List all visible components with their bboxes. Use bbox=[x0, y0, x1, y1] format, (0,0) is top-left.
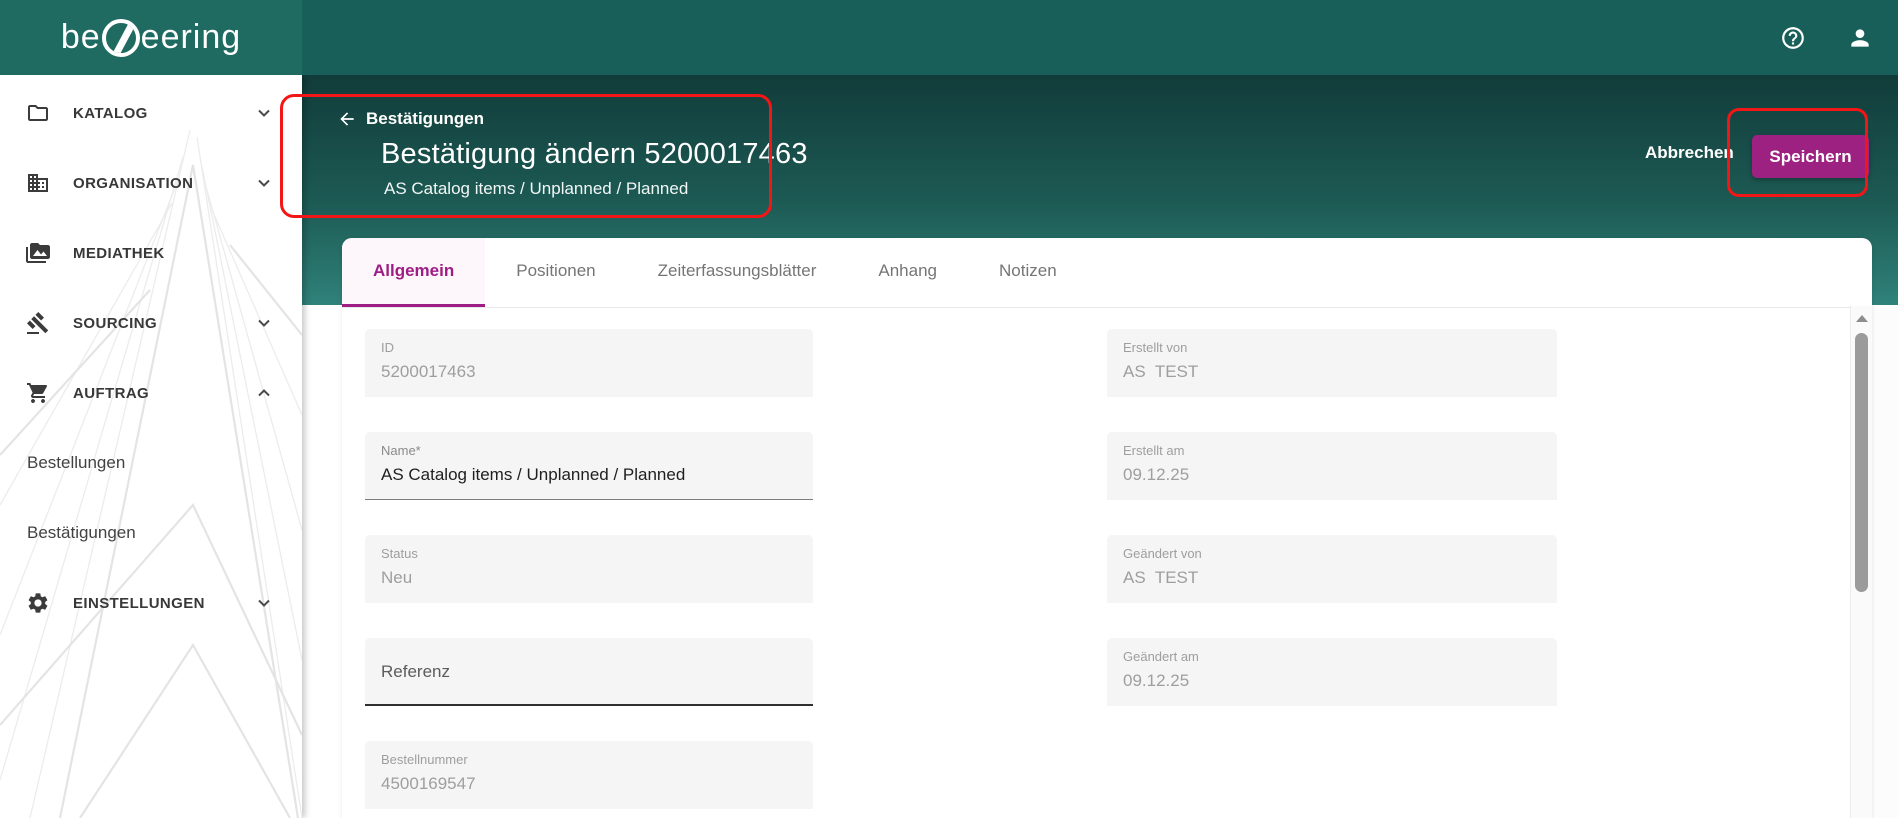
help-icon[interactable] bbox=[1780, 25, 1806, 51]
sidebar-item-sourcing[interactable]: SOURCING bbox=[0, 288, 302, 358]
field-value: AS TEST bbox=[1123, 568, 1541, 588]
app-logo[interactable]: be eering bbox=[0, 0, 302, 75]
back-link-label: Bestätigungen bbox=[366, 109, 484, 129]
tab-allgemein[interactable]: Allgemein bbox=[342, 238, 485, 307]
tab-zeiterfassungsblaetter[interactable]: Zeiterfassungsblätter bbox=[627, 238, 848, 307]
scrollbar-thumb[interactable] bbox=[1855, 333, 1868, 592]
user-icon[interactable] bbox=[1847, 25, 1873, 51]
field-label: Erstellt am bbox=[1123, 443, 1541, 458]
tab-positionen[interactable]: Positionen bbox=[485, 238, 626, 307]
sidebar-item-label: KATALOG bbox=[73, 105, 148, 122]
sidebar-item-label: SOURCING bbox=[73, 315, 157, 332]
erstellt-von-field: Erstellt von AS TEST bbox=[1107, 329, 1557, 397]
gear-icon bbox=[26, 591, 50, 615]
page-subtitle: AS Catalog items / Unplanned / Planned bbox=[384, 179, 688, 199]
folder-icon bbox=[26, 101, 50, 125]
scroll-up-arrow-icon[interactable] bbox=[1856, 315, 1868, 322]
sidebar-item-mediathek[interactable]: MEDIATHEK bbox=[0, 218, 302, 288]
chevron-down-icon bbox=[254, 103, 274, 123]
field-value: AS Catalog items / Unplanned / Planned bbox=[381, 465, 797, 485]
sidebar-nav: KATALOG ORGANISATION MEDIATHEK SOU bbox=[0, 75, 302, 818]
status-field: Status Neu bbox=[365, 535, 813, 603]
field-value: 09.12.25 bbox=[1123, 671, 1541, 691]
tab-bar: Allgemein Positionen Zeiterfassungsblätt… bbox=[342, 238, 1872, 308]
field-value: 09.12.25 bbox=[1123, 465, 1541, 485]
media-icon bbox=[26, 241, 50, 265]
sidebar-item-label: MEDIATHEK bbox=[73, 245, 165, 262]
logo-text-right: eering bbox=[141, 18, 242, 57]
name-field[interactable]: Name* AS Catalog items / Unplanned / Pla… bbox=[365, 432, 813, 500]
field-value: AS TEST bbox=[1123, 362, 1541, 382]
logo-text-left: be bbox=[61, 18, 101, 57]
back-arrow-icon bbox=[337, 109, 357, 129]
field-label: Geändert am bbox=[1123, 649, 1541, 664]
bestellnummer-field: Bestellnummer 4500169547 bbox=[365, 741, 813, 809]
logo-n-icon bbox=[102, 19, 140, 57]
geaendert-am-field: Geändert am 09.12.25 bbox=[1107, 638, 1557, 706]
page-background-strip bbox=[1872, 305, 1898, 818]
chevron-down-icon bbox=[254, 593, 274, 613]
field-value: 5200017463 bbox=[381, 362, 797, 382]
building-icon bbox=[26, 171, 50, 195]
sidebar-item-label: ORGANISATION bbox=[73, 175, 193, 192]
form-column-right: Erstellt von AS TEST Erstellt am 09.12.2… bbox=[1107, 329, 1557, 741]
sidebar-item-label: EINSTELLUNGEN bbox=[73, 595, 205, 612]
chevron-down-icon bbox=[254, 173, 274, 193]
tab-notizen[interactable]: Notizen bbox=[968, 238, 1088, 307]
sidebar-item-einstellungen[interactable]: EINSTELLUNGEN bbox=[0, 568, 302, 638]
cart-icon bbox=[26, 381, 50, 405]
sidebar-item-katalog[interactable]: KATALOG bbox=[0, 78, 302, 148]
chevron-down-icon bbox=[254, 313, 274, 333]
erstellt-am-field: Erstellt am 09.12.25 bbox=[1107, 432, 1557, 500]
sidebar-item-label: AUFTRAG bbox=[73, 385, 149, 402]
field-label: Erstellt von bbox=[1123, 340, 1541, 355]
vertical-scrollbar[interactable] bbox=[1850, 306, 1872, 818]
chevron-up-icon bbox=[254, 383, 274, 403]
sidebar-item-auftrag[interactable]: AUFTRAG bbox=[0, 358, 302, 428]
top-app-bar: be eering bbox=[0, 0, 1898, 75]
back-link[interactable]: Bestätigungen bbox=[337, 109, 484, 129]
geaendert-von-field: Geändert von AS TEST bbox=[1107, 535, 1557, 603]
sidebar-item-bestaetigungen[interactable]: Bestätigungen bbox=[0, 498, 302, 568]
sidebar-item-bestellungen[interactable]: Bestellungen bbox=[0, 428, 302, 498]
field-value: 4500169547 bbox=[381, 774, 797, 794]
field-label: Referenz bbox=[381, 664, 450, 679]
tab-anhang[interactable]: Anhang bbox=[847, 238, 968, 307]
field-label: Geändert von bbox=[1123, 546, 1541, 561]
detail-card: Allgemein Positionen Zeiterfassungsblätt… bbox=[342, 238, 1872, 818]
sidebar-subitem-label: Bestellungen bbox=[27, 453, 125, 473]
field-label: Bestellnummer bbox=[381, 752, 797, 767]
referenz-field[interactable]: Referenz bbox=[365, 638, 813, 706]
field-label: ID bbox=[381, 340, 797, 355]
field-value: Neu bbox=[381, 568, 797, 588]
sidebar-subitem-label: Bestätigungen bbox=[27, 523, 136, 543]
save-button[interactable]: Speichern bbox=[1752, 135, 1869, 178]
form-column-left: ID 5200017463 Name* AS Catalog items / U… bbox=[365, 329, 813, 818]
page-title: Bestätigung ändern 5200017463 bbox=[381, 138, 808, 171]
sidebar-item-organisation[interactable]: ORGANISATION bbox=[0, 148, 302, 218]
cancel-button[interactable]: Abbrechen bbox=[1645, 143, 1734, 163]
gavel-icon bbox=[26, 311, 50, 335]
id-field: ID 5200017463 bbox=[365, 329, 813, 397]
field-label: Name* bbox=[381, 443, 797, 458]
field-label: Status bbox=[381, 546, 797, 561]
